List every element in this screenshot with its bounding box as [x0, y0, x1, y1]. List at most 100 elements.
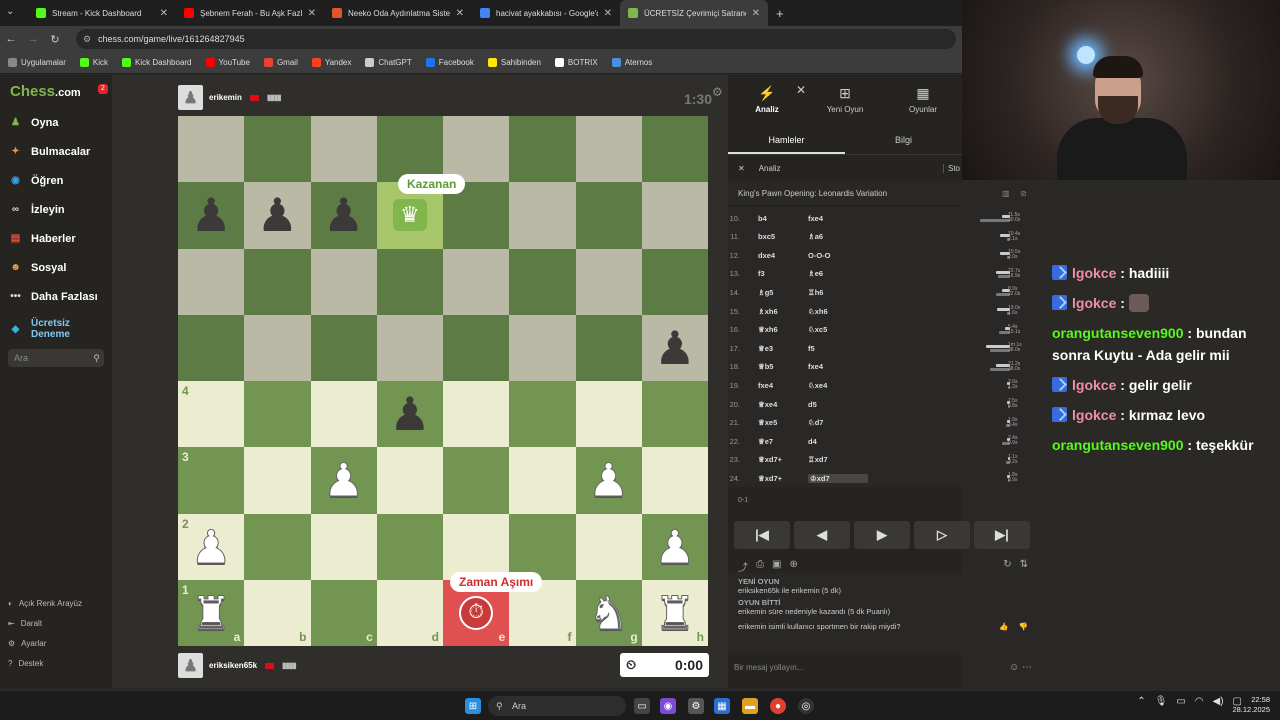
board-square[interactable]: ♞ g — [575, 579, 642, 646]
board-square[interactable]: ♟ — [575, 447, 642, 514]
board-square[interactable] — [376, 513, 443, 580]
thumbs-up-icon[interactable]: 👍 — [999, 622, 1008, 631]
reload-icon[interactable]: ↻ — [44, 33, 66, 46]
board-square[interactable]: ♟ — [376, 381, 443, 448]
task-view-icon[interactable]: ▭ — [634, 698, 650, 714]
tab-close-icon[interactable]: ✕ — [752, 8, 760, 19]
chat-input[interactable]: Bir mesaj yollayın... ☺ ⋯ — [728, 657, 1038, 679]
bookmark-item[interactable]: Yandex — [311, 58, 351, 67]
board-square[interactable]: ♟ — [310, 182, 377, 249]
white-move[interactable]: ♕xe4 — [750, 400, 808, 409]
white-pawn-icon[interactable]: ♟ — [587, 457, 629, 504]
black-move[interactable]: ♘d7 — [808, 418, 868, 427]
url-bar[interactable]: ⚙ chess.com/game/live/161264827945 — [76, 29, 956, 49]
board-square[interactable]: ♟ — [641, 513, 708, 580]
board-square[interactable] — [575, 248, 642, 315]
black-move[interactable]: ♗e6 — [808, 269, 868, 278]
browser-tab[interactable]: Neeko Oda Aydınlatma Sistem ✕ — [324, 0, 472, 26]
black-move[interactable]: d4 — [808, 437, 868, 446]
board-square[interactable]: ♟ 2 — [178, 513, 245, 580]
board-square[interactable] — [310, 116, 377, 183]
steam-icon[interactable]: ◎ — [798, 698, 814, 714]
bookmark-item[interactable]: Aternos — [611, 58, 652, 67]
board-square[interactable]: ♟ — [244, 182, 311, 249]
board-square[interactable] — [310, 513, 377, 580]
share-icon[interactable]: ⤴ — [738, 559, 748, 574]
sidebar-item[interactable]: ♟ Oyna — [8, 115, 59, 130]
board-square[interactable] — [443, 248, 510, 315]
board-square[interactable] — [641, 447, 708, 514]
forward-icon[interactable]: → — [22, 33, 44, 45]
sidebar-item[interactable]: ▤ Haberler — [8, 231, 76, 246]
start-icon[interactable]: ⊞ — [465, 698, 481, 714]
black-move[interactable]: f5 — [808, 344, 868, 353]
board-square[interactable] — [244, 314, 311, 381]
white-move[interactable]: ♕b5 — [750, 362, 808, 371]
board-square[interactable] — [641, 381, 708, 448]
board-square[interactable]: ♟ — [310, 447, 377, 514]
board-square[interactable] — [443, 381, 510, 448]
download-icon[interactable]: ⎙ — [756, 559, 764, 573]
board-square[interactable] — [310, 381, 377, 448]
sidebar-bottom-item[interactable]: ⚙ Ayarlar — [8, 639, 46, 648]
black-move[interactable]: d5 — [808, 400, 868, 409]
board-square[interactable] — [244, 116, 311, 183]
board-square[interactable] — [178, 248, 245, 315]
board-square[interactable] — [244, 248, 311, 315]
panel-tab[interactable]: ⊞ Yeni Oyun — [806, 75, 884, 123]
subtab[interactable]: Bilgi — [845, 127, 962, 154]
black-pawn-icon[interactable]: ♟ — [257, 192, 298, 238]
tab-close-icon[interactable]: ✕ — [604, 8, 612, 19]
image-icon[interactable]: ▣ — [772, 559, 781, 573]
white-move[interactable]: b4 — [750, 214, 808, 223]
board-square[interactable] — [376, 248, 443, 315]
black-pawn-icon[interactable]: ♟ — [323, 192, 364, 238]
board-square[interactable]: ♜ h — [641, 579, 708, 646]
volume-icon[interactable]: ◀) — [1213, 696, 1224, 707]
chess-logo[interactable]: Chess.com — [10, 83, 81, 100]
black-pawn-icon[interactable]: ♟ — [654, 325, 695, 371]
browser-tab[interactable]: ÜCRETSİZ Çevrimiçi Satranç ✕ — [620, 0, 768, 26]
black-move[interactable]: O-O-O — [808, 251, 868, 260]
analysis-bar[interactable]: ✕ Analiz Sto — [728, 159, 962, 177]
explorer-icon[interactable]: ⊘ — [1020, 183, 1027, 205]
board-square[interactable] — [509, 447, 576, 514]
white-move[interactable]: ♕xd7+ — [750, 455, 808, 464]
browser-tab[interactable]: Stream - Kick Dashboard ✕ — [28, 0, 176, 26]
thumbs-down-icon[interactable]: 👎 — [1019, 622, 1028, 631]
wifi-icon[interactable]: ◠ — [1195, 696, 1204, 707]
sidebar-search-input[interactable]: Ara ⚲ — [8, 349, 104, 367]
white-pawn-icon[interactable]: ♟ — [190, 523, 232, 570]
subtab[interactable]: Hamleler — [728, 127, 845, 154]
sidebar-item[interactable]: ∞ İzleyin — [8, 202, 65, 217]
bookmark-item[interactable]: ChatGPT — [365, 58, 412, 67]
search-icon[interactable]: ⚲ — [93, 349, 100, 367]
board-square[interactable] — [509, 314, 576, 381]
bookmark-item[interactable]: Sahibinden — [487, 58, 541, 67]
board-square[interactable] — [509, 381, 576, 448]
board-square[interactable]: d — [376, 579, 443, 646]
board-square[interactable] — [509, 513, 576, 580]
board-square[interactable] — [575, 116, 642, 183]
sidebar-bottom-item[interactable]: ◐ Açık Renk Arayüz — [8, 599, 82, 608]
black-pawn-icon[interactable]: ♟ — [389, 391, 430, 437]
white-rook-icon[interactable]: ♜ — [190, 589, 232, 636]
settings-icon[interactable]: ⚙ — [688, 698, 704, 714]
board-square[interactable] — [575, 381, 642, 448]
white-move[interactable]: f3 — [750, 269, 808, 278]
zoom-icon[interactable]: ⊕ — [789, 559, 797, 573]
board-square[interactable] — [376, 314, 443, 381]
board-square[interactable] — [641, 248, 708, 315]
new-tab-button[interactable]: + — [768, 0, 784, 26]
panel-tab[interactable]: ⚡ Analiz — [728, 75, 806, 123]
board-square[interactable]: c — [310, 579, 377, 646]
board-square[interactable] — [178, 314, 245, 381]
board-square[interactable] — [244, 381, 311, 448]
rematch-icon[interactable]: ↻ — [1003, 559, 1011, 573]
black-move[interactable]: ♖xd7 — [808, 455, 868, 464]
browser-tab[interactable]: Şebnem Ferah - Bu Aşk Fazl ✕ — [176, 0, 324, 26]
notification-badge[interactable]: 2 — [98, 84, 108, 94]
board-square[interactable]: 3 — [178, 447, 245, 514]
board-square[interactable] — [509, 182, 576, 249]
first-move-button[interactable]: |◀ — [734, 521, 790, 549]
